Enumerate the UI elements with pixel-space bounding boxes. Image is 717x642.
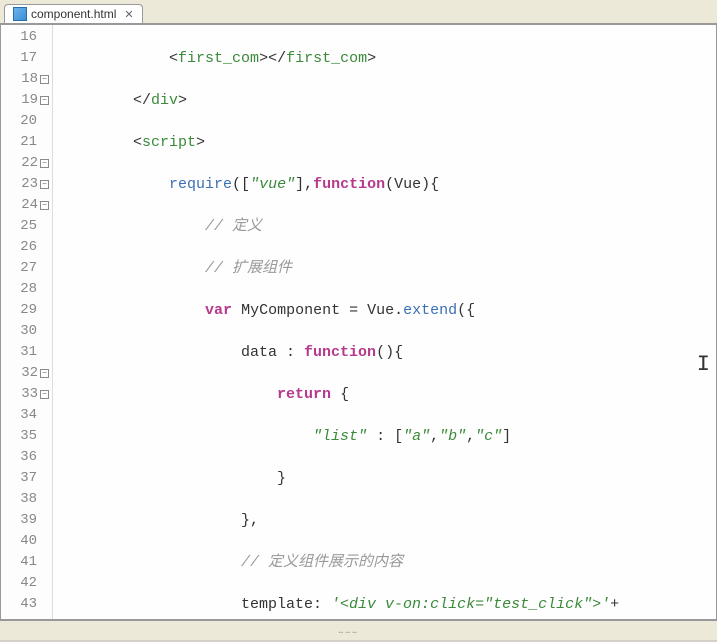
line-number: 20 <box>1 111 52 132</box>
line-number: 22− <box>1 153 52 174</box>
line-number: 36 <box>1 447 52 468</box>
line-number: 34 <box>1 405 52 426</box>
fold-toggle-icon[interactable]: − <box>40 159 49 168</box>
line-number: 18− <box>1 69 52 90</box>
line-number: 26 <box>1 237 52 258</box>
line-number: 35 <box>1 426 52 447</box>
line-gutter: 161718−19−202122−23−24−2526272829303132−… <box>1 25 53 619</box>
line-number: 31 <box>1 342 52 363</box>
file-tab[interactable]: component.html ✕ <box>4 4 143 23</box>
line-number: 37 <box>1 468 52 489</box>
fold-toggle-icon[interactable]: − <box>40 369 49 378</box>
resize-grip-icon[interactable]: ┄┄┄ <box>339 628 379 634</box>
line-number: 25 <box>1 216 52 237</box>
line-number: 17 <box>1 48 52 69</box>
line-number: 28 <box>1 279 52 300</box>
line-number: 39 <box>1 510 52 531</box>
fold-toggle-icon[interactable]: − <box>40 201 49 210</box>
line-number: 41 <box>1 552 52 573</box>
line-number: 16 <box>1 27 52 48</box>
line-number: 27 <box>1 258 52 279</box>
code-area[interactable]: <first_com></first_com> </div> <script> … <box>53 25 716 619</box>
line-number: 33− <box>1 384 52 405</box>
line-number: 24− <box>1 195 52 216</box>
line-number: 30 <box>1 321 52 342</box>
fold-toggle-icon[interactable]: − <box>40 96 49 105</box>
line-number: 23− <box>1 174 52 195</box>
line-number: 38 <box>1 489 52 510</box>
fold-toggle-icon[interactable]: − <box>40 75 49 84</box>
status-bar: ┄┄┄ <box>0 620 717 640</box>
fold-toggle-icon[interactable]: − <box>40 390 49 399</box>
line-number: 40 <box>1 531 52 552</box>
close-icon[interactable]: ✕ <box>124 8 133 21</box>
line-number: 43 <box>1 594 52 615</box>
fold-toggle-icon[interactable]: − <box>40 180 49 189</box>
html-file-icon <box>13 7 27 21</box>
tab-bar: component.html ✕ <box>0 0 717 24</box>
line-number: 42 <box>1 573 52 594</box>
tab-filename: component.html <box>31 7 116 21</box>
line-number: 21 <box>1 132 52 153</box>
line-number: 19− <box>1 90 52 111</box>
line-number: 29 <box>1 300 52 321</box>
editor: 161718−19−202122−23−24−2526272829303132−… <box>0 24 717 620</box>
line-number: 32− <box>1 363 52 384</box>
